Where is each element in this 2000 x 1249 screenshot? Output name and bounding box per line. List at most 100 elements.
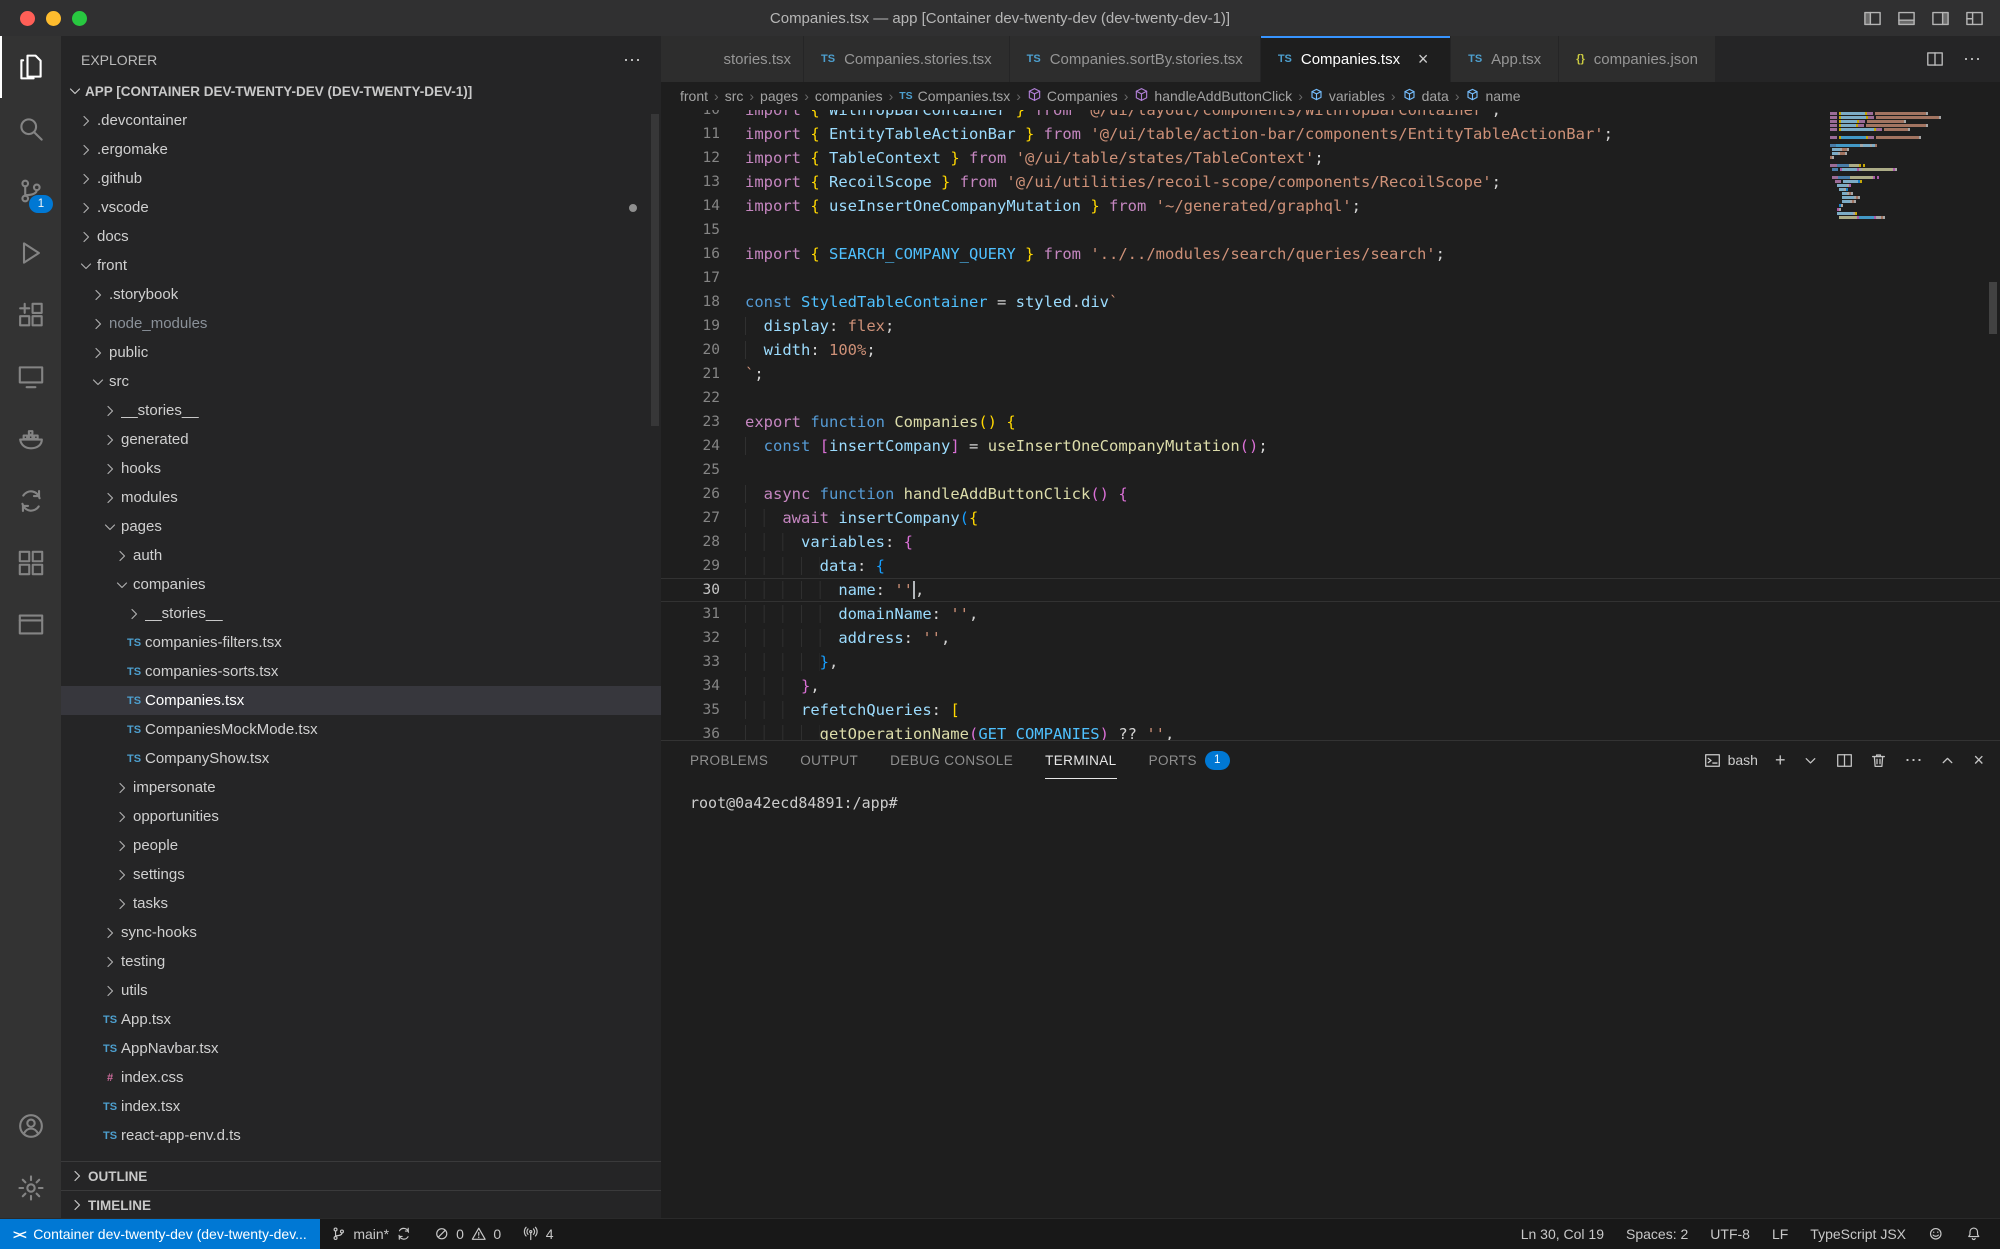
code-line-34[interactable]: 34 }, <box>661 674 2000 698</box>
code-line-28[interactable]: 28 variables: { <box>661 530 2000 554</box>
tree-item-ergomake[interactable]: .ergomake <box>61 135 661 164</box>
sidebar-scrollbar[interactable] <box>651 114 659 426</box>
shell-selector[interactable]: bash <box>1704 752 1758 769</box>
terminal-dropdown-icon[interactable] <box>1802 752 1819 769</box>
notifications[interactable] <box>1955 1219 1993 1249</box>
tree-item-front[interactable]: front <box>61 251 661 280</box>
tree-item-sync-hooks[interactable]: sync-hooks <box>61 918 661 947</box>
code-line-31[interactable]: 31 domainName: '', <box>661 602 2000 626</box>
activity-run-and-debug[interactable] <box>0 222 61 284</box>
close-panel-icon[interactable]: × <box>1973 751 1984 769</box>
panel-tab-ports[interactable]: PORTS1 <box>1149 741 1230 779</box>
tree-item-companies-tsx[interactable]: TSCompanies.tsx <box>61 686 661 715</box>
tree-item-settings[interactable]: settings <box>61 860 661 889</box>
toggle-secondary-sidebar-icon[interactable] <box>1931 9 1950 28</box>
minimize-window-button[interactable] <box>46 11 61 26</box>
git-branch-indicator[interactable]: main* <box>320 1219 423 1249</box>
split-terminal-icon[interactable] <box>1836 752 1853 769</box>
cursor-position[interactable]: Ln 30, Col 19 <box>1510 1219 1615 1249</box>
code-line-11[interactable]: 11import { EntityTableActionBar } from '… <box>661 122 2000 146</box>
tree-item-testing[interactable]: testing <box>61 947 661 976</box>
code-line-20[interactable]: 20 width: 100%; <box>661 338 2000 362</box>
problems-indicator[interactable]: 0 0 <box>423 1219 513 1249</box>
tree-item-companies-sorts-tsx[interactable]: TScompanies-sorts.tsx <box>61 657 661 686</box>
panel-tab-output[interactable]: OUTPUT <box>800 741 858 779</box>
tree-item-stories[interactable]: __stories__ <box>61 599 661 628</box>
breadcrumb-item-companies-tsx[interactable]: TSCompanies.tsx <box>899 88 1010 104</box>
tree-item-storybook[interactable]: .storybook <box>61 280 661 309</box>
code-line-27[interactable]: 27 await insertCompany({ <box>661 506 2000 530</box>
breadcrumb-item-front[interactable]: front <box>680 88 708 104</box>
breadcrumb-item-companies[interactable]: companies <box>815 88 883 104</box>
tree-item-index-css[interactable]: #index.css <box>61 1063 661 1092</box>
code-line-36[interactable]: 36 getOperationName(GET_COMPANIES) ?? ''… <box>661 722 2000 740</box>
toggle-primary-sidebar-icon[interactable] <box>1863 9 1882 28</box>
feedback[interactable] <box>1917 1219 1955 1249</box>
breadcrumb-item-variables[interactable]: variables <box>1309 87 1385 105</box>
code-line-26[interactable]: 26 async function handleAddButtonClick()… <box>661 482 2000 506</box>
breadcrumb-item-companies[interactable]: Companies <box>1027 87 1118 105</box>
tree-item-tasks[interactable]: tasks <box>61 889 661 918</box>
tab-companies-tsx[interactable]: TSCompanies.tsx× <box>1261 36 1451 82</box>
panel-tab-terminal[interactable]: TERMINAL <box>1045 741 1116 779</box>
tree-item-companiesmockmode-tsx[interactable]: TSCompaniesMockMode.tsx <box>61 715 661 744</box>
code-line-23[interactable]: 23export function Companies() { <box>661 410 2000 434</box>
breadcrumb-item-data[interactable]: data <box>1402 87 1449 105</box>
explorer-section-header[interactable]: APP [CONTAINER DEV-TWENTY-DEV (DEV-TWENT… <box>61 76 661 106</box>
tree-item-docs[interactable]: docs <box>61 222 661 251</box>
code-line-33[interactable]: 33 }, <box>661 650 2000 674</box>
code-line-13[interactable]: 13import { RecoilScope } from '@/ui/util… <box>661 170 2000 194</box>
customize-layout-icon[interactable] <box>1965 9 1984 28</box>
activity-remote-explorer[interactable] <box>0 346 61 408</box>
activity-preview[interactable] <box>0 594 61 656</box>
outline-section[interactable]: OUTLINE <box>61 1161 661 1190</box>
language-mode[interactable]: TypeScript JSX <box>1799 1219 1917 1249</box>
panel-tab-problems[interactable]: PROBLEMS <box>690 741 768 779</box>
panel-more-actions-icon[interactable]: ⋯ <box>1904 751 1922 769</box>
panel-tab-debug-console[interactable]: DEBUG CONSOLE <box>890 741 1013 779</box>
code-line-15[interactable]: 15 <box>661 218 2000 242</box>
activity-explorer[interactable] <box>0 36 61 98</box>
kill-terminal-icon[interactable] <box>1870 752 1887 769</box>
tab-companies-json[interactable]: {}companies.json <box>1559 36 1716 82</box>
code-line-21[interactable]: 21`; <box>661 362 2000 386</box>
timeline-section[interactable]: TIMELINE <box>61 1190 661 1219</box>
explorer-more-actions-icon[interactable]: ⋯ <box>623 50 641 71</box>
more-editor-actions-icon[interactable]: ⋯ <box>1963 49 1981 70</box>
breadcrumb-item-name[interactable]: name <box>1465 87 1520 105</box>
code-line-25[interactable]: 25 <box>661 458 2000 482</box>
tree-item-react-app-env-d-ts[interactable]: TSreact-app-env.d.ts <box>61 1121 661 1150</box>
tab-companies-stories-tsx[interactable]: TSCompanies.stories.tsx <box>804 36 1010 82</box>
tab-app-tsx[interactable]: TSApp.tsx <box>1451 36 1559 82</box>
zoom-window-button[interactable] <box>72 11 87 26</box>
maximize-panel-icon[interactable] <box>1939 752 1956 769</box>
editor-scrollbar[interactable] <box>1989 282 1997 334</box>
tree-item-impersonate[interactable]: impersonate <box>61 773 661 802</box>
breadcrumb-item-handleaddbuttonclick[interactable]: handleAddButtonClick <box>1134 87 1292 105</box>
code-line-22[interactable]: 22 <box>661 386 2000 410</box>
tree-item-node-modules[interactable]: node_modules <box>61 309 661 338</box>
tree-item-auth[interactable]: auth <box>61 541 661 570</box>
tree-item-utils[interactable]: utils <box>61 976 661 1005</box>
code-editor[interactable]: 10import { WithTopBarContainer } from '@… <box>661 110 2000 740</box>
code-line-14[interactable]: 14import { useInsertOneCompanyMutation }… <box>661 194 2000 218</box>
encoding[interactable]: UTF-8 <box>1699 1219 1761 1249</box>
code-line-18[interactable]: 18const StyledTableContainer = styled.di… <box>661 290 2000 314</box>
indentation[interactable]: Spaces: 2 <box>1615 1219 1699 1249</box>
tree-item-companies[interactable]: companies <box>61 570 661 599</box>
tree-item-stories[interactable]: __stories__ <box>61 396 661 425</box>
tree-item-vscode[interactable]: .vscode <box>61 193 661 222</box>
eol-sequence[interactable]: LF <box>1761 1219 1799 1249</box>
tab-stories-tsx[interactable]: stories.tsx <box>661 36 804 82</box>
activity-search[interactable] <box>0 98 61 160</box>
tree-item-pages[interactable]: pages <box>61 512 661 541</box>
tree-item-app-tsx[interactable]: TSApp.tsx <box>61 1005 661 1034</box>
breadcrumb-item-pages[interactable]: pages <box>760 88 798 104</box>
code-line-16[interactable]: 16import { SEARCH_COMPANY_QUERY } from '… <box>661 242 2000 266</box>
activity-grid[interactable] <box>0 532 61 594</box>
terminal-output[interactable]: root@0a42ecd84891:/app# <box>661 779 2000 814</box>
tree-item-companies-filters-tsx[interactable]: TScompanies-filters.tsx <box>61 628 661 657</box>
tree-item-modules[interactable]: modules <box>61 483 661 512</box>
split-editor-icon[interactable] <box>1926 50 1944 68</box>
code-line-12[interactable]: 12import { TableContext } from '@/ui/tab… <box>661 146 2000 170</box>
